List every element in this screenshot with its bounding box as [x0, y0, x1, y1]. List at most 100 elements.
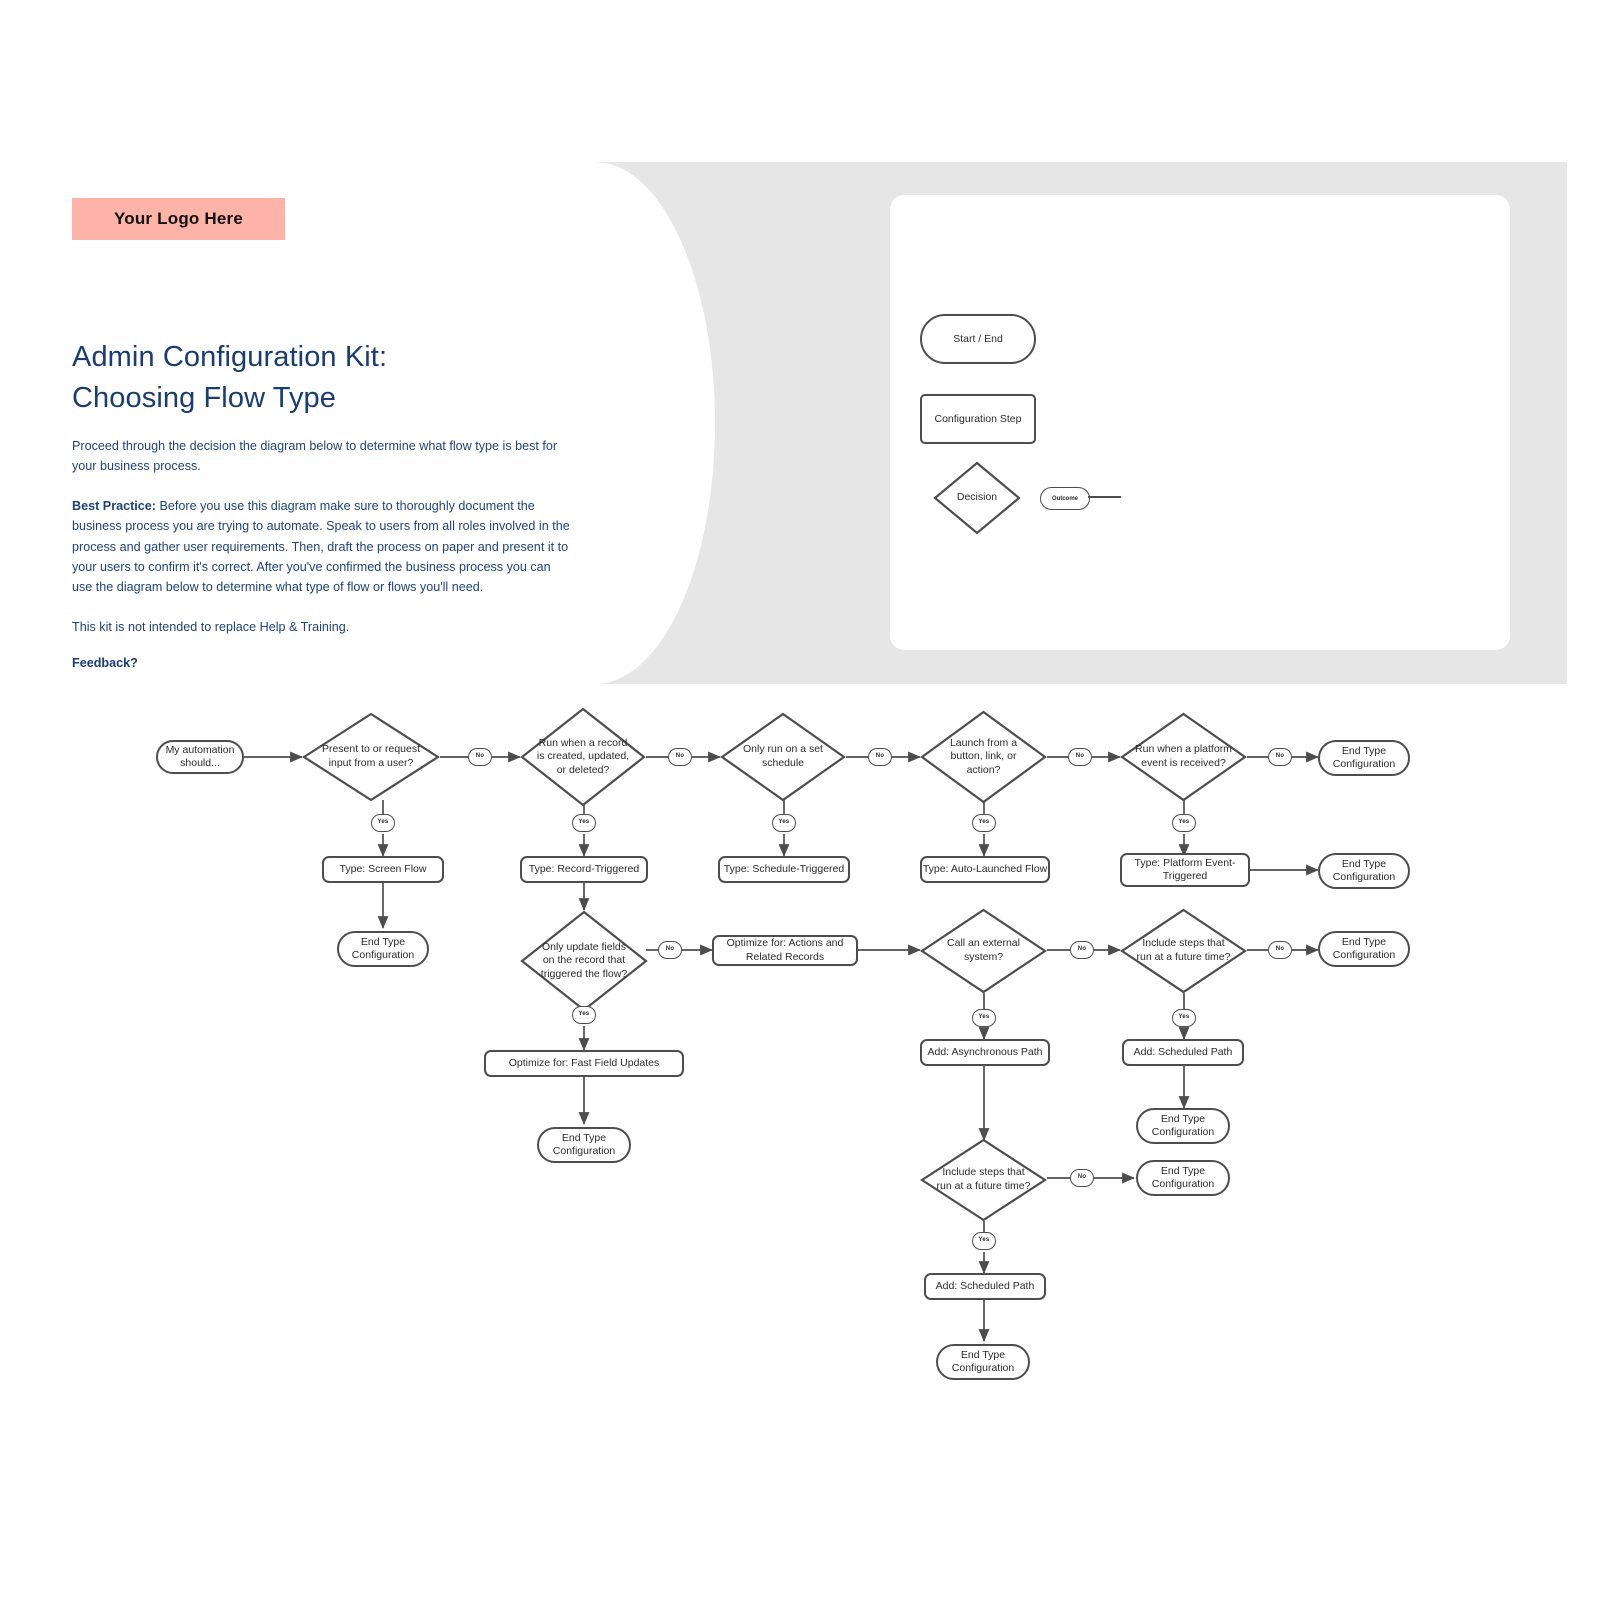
flow-node-end-7[interactable]: End Type Configuration [1136, 1160, 1230, 1196]
flow-node-type-auto-launched-label: Type: Auto-Launched Flow [922, 862, 1048, 875]
flow-node-decision-platform-event[interactable]: Run when a platform event is received? [1120, 712, 1247, 802]
edge-label-no-7-text: No [1077, 946, 1087, 953]
flow-node-optimize-fast-field-updates[interactable]: Optimize for: Fast Field Updates [484, 1050, 684, 1077]
page-title-line-1: Admin Configuration Kit: [72, 341, 388, 373]
flow-node-type-record-triggered-label: Type: Record-Triggered [528, 862, 640, 875]
flow-node-decision-schedule-label: Only run on a set schedule [743, 743, 823, 769]
page-title: Admin Configuration Kit: Choosing Flow T… [72, 337, 592, 419]
flow-node-end-2-label: End Type Configuration [1332, 857, 1396, 883]
edge-label-yes-3-text: Yes [778, 819, 790, 826]
edge-label-no-5-text: No [1275, 753, 1285, 760]
intro-paragraph: Proceed through the decision the diagram… [72, 439, 558, 474]
flow-node-decision-screen-label: Present to or request input from a user? [321, 743, 421, 769]
flow-node-add-scheduled-path-2-label: Add: Scheduled Path [935, 1279, 1035, 1292]
flow-node-add-asynchronous-path[interactable]: Add: Asynchronous Path [920, 1039, 1050, 1066]
legend-process-label: Configuration Step [934, 413, 1022, 425]
flow-node-end-5[interactable]: End Type Configuration [537, 1127, 631, 1163]
legend-process-shape: Configuration Step [920, 394, 1036, 444]
flow-node-decision-future-time-2[interactable]: Include steps that run at a future time? [920, 1138, 1047, 1222]
flow-node-end-6-label: End Type Configuration [1151, 1112, 1215, 1138]
flow-node-type-schedule-triggered[interactable]: Type: Schedule-Triggered [718, 856, 850, 883]
edge-label-yes-4-text: Yes [978, 819, 990, 826]
best-practice-label: Best Practice: [72, 498, 156, 513]
legend-terminator-shape: Start / End [920, 314, 1036, 364]
edge-label-no-7: No [1070, 941, 1094, 959]
flow-node-type-screen-flow[interactable]: Type: Screen Flow [322, 856, 444, 883]
edge-label-yes-5: Yes [1172, 814, 1196, 832]
flow-node-decision-only-update-fields-label: Only update fields on the record that tr… [540, 940, 628, 980]
legend-terminator-label: Start / End [953, 333, 1003, 345]
flow-node-add-asynchronous-path-label: Add: Asynchronous Path [927, 1045, 1043, 1058]
flow-node-optimize-actions-label: Optimize for: Actions and Related Record… [726, 937, 844, 963]
edge-label-yes-4: Yes [972, 814, 996, 832]
flow-node-decision-button[interactable]: Launch from a button, link, or action? [920, 710, 1047, 804]
flow-node-add-scheduled-path-2[interactable]: Add: Scheduled Path [924, 1273, 1046, 1300]
edge-label-yes-1-text: Yes [377, 819, 389, 826]
flow-node-end-8-label: End Type Configuration [951, 1348, 1015, 1374]
edge-label-no-9: No [1070, 1169, 1094, 1187]
flow-node-end-3[interactable]: End Type Configuration [337, 931, 429, 967]
flow-node-end-4[interactable]: End Type Configuration [1318, 931, 1410, 967]
best-practice-paragraph: Best Practice: Before you use this diagr… [72, 496, 572, 598]
flow-node-add-scheduled-path-1-label: Add: Scheduled Path [1133, 1045, 1233, 1058]
flow-node-end-1-label: End Type Configuration [1332, 744, 1396, 770]
edge-label-no-3-text: No [875, 753, 885, 760]
flow-node-add-scheduled-path-1[interactable]: Add: Scheduled Path [1122, 1039, 1244, 1066]
legend-outcome-label-shape: Outcome [1040, 487, 1090, 510]
edge-label-no-8-text: No [1275, 946, 1285, 953]
flow-node-decision-platform-event-label: Run when a platform event is received? [1135, 743, 1232, 769]
edge-label-yes-8-text: Yes [1178, 1014, 1190, 1021]
edge-label-no-8: No [1268, 941, 1292, 959]
edge-label-no-9-text: No [1077, 1174, 1087, 1181]
edge-label-no-5: No [1268, 748, 1292, 766]
flow-node-decision-future-time-1[interactable]: Include steps that run at a future time? [1120, 908, 1247, 994]
flow-node-decision-only-update-fields[interactable]: Only update fields on the record that tr… [520, 910, 648, 1012]
edge-label-yes-9: Yes [972, 1232, 996, 1250]
edge-label-no-3: No [868, 748, 892, 766]
edge-label-yes-8: Yes [1172, 1009, 1196, 1027]
edge-label-no-1: No [468, 748, 492, 766]
flow-node-start[interactable]: My automation should... [156, 740, 244, 774]
flow-node-decision-call-external-label: Call an external system? [947, 937, 1020, 963]
edge-label-yes-2: Yes [572, 814, 596, 832]
page-title-line-2: Choosing Flow Type [72, 382, 337, 415]
flow-node-decision-future-time-1-label: Include steps that run at a future time? [1136, 937, 1231, 963]
legend-decision-label: Decision [956, 491, 998, 504]
flow-node-decision-record[interactable]: Run when a record is created, updated, o… [520, 707, 646, 807]
logo-placeholder: Your Logo Here [72, 198, 285, 240]
feedback-link[interactable]: Feedback? [72, 656, 572, 670]
edge-label-yes-2-text: Yes [578, 819, 590, 826]
edge-label-yes-6: Yes [572, 1006, 596, 1024]
legend-outcome-label: Outcome [1051, 495, 1078, 502]
edge-label-no-4: No [1068, 748, 1092, 766]
disclaimer-paragraph: This kit is not intended to replace Help… [72, 619, 350, 634]
flow-node-end-6[interactable]: End Type Configuration [1136, 1108, 1230, 1144]
flow-node-type-schedule-triggered-label: Type: Schedule-Triggered [723, 862, 845, 875]
flow-node-optimize-actions[interactable]: Optimize for: Actions and Related Record… [712, 935, 858, 966]
flow-node-type-platform-event-label: Type: Platform Event-Triggered [1134, 856, 1236, 882]
flow-node-decision-record-label: Run when a record is created, updated, o… [536, 736, 630, 776]
edge-label-yes-5-text: Yes [1178, 819, 1190, 826]
legend-outcome-line [1088, 496, 1121, 498]
flow-node-start-label: My automation should... [165, 743, 235, 769]
flow-node-end-8[interactable]: End Type Configuration [936, 1344, 1030, 1380]
logo-text: Your Logo Here [113, 209, 244, 228]
flow-node-decision-call-external[interactable]: Call an external system? [920, 908, 1047, 994]
flow-node-type-auto-launched[interactable]: Type: Auto-Launched Flow [920, 856, 1050, 883]
flow-node-end-3-label: End Type Configuration [351, 935, 415, 961]
flow-node-type-record-triggered[interactable]: Type: Record-Triggered [520, 856, 648, 883]
edge-label-no-2: No [668, 748, 692, 766]
flow-node-end-7-label: End Type Configuration [1151, 1164, 1215, 1190]
flow-node-end-2[interactable]: End Type Configuration [1318, 853, 1410, 889]
page-root: Your Logo Here Admin Configuration Kit: … [0, 0, 1600, 1600]
edge-label-no-1-text: No [475, 753, 485, 760]
best-practice-body: Before you use this diagram make sure to… [72, 498, 570, 595]
flow-node-decision-screen[interactable]: Present to or request input from a user? [302, 712, 440, 802]
edge-label-no-6: No [658, 941, 682, 959]
flow-node-end-1[interactable]: End Type Configuration [1318, 740, 1410, 776]
flow-node-decision-schedule[interactable]: Only run on a set schedule [720, 712, 846, 802]
flow-node-end-5-label: End Type Configuration [552, 1131, 616, 1157]
flow-node-decision-future-time-2-label: Include steps that run at a future time? [936, 1166, 1031, 1192]
flow-node-type-platform-event[interactable]: Type: Platform Event-Triggered [1120, 853, 1250, 887]
edge-label-yes-1: Yes [371, 814, 395, 832]
